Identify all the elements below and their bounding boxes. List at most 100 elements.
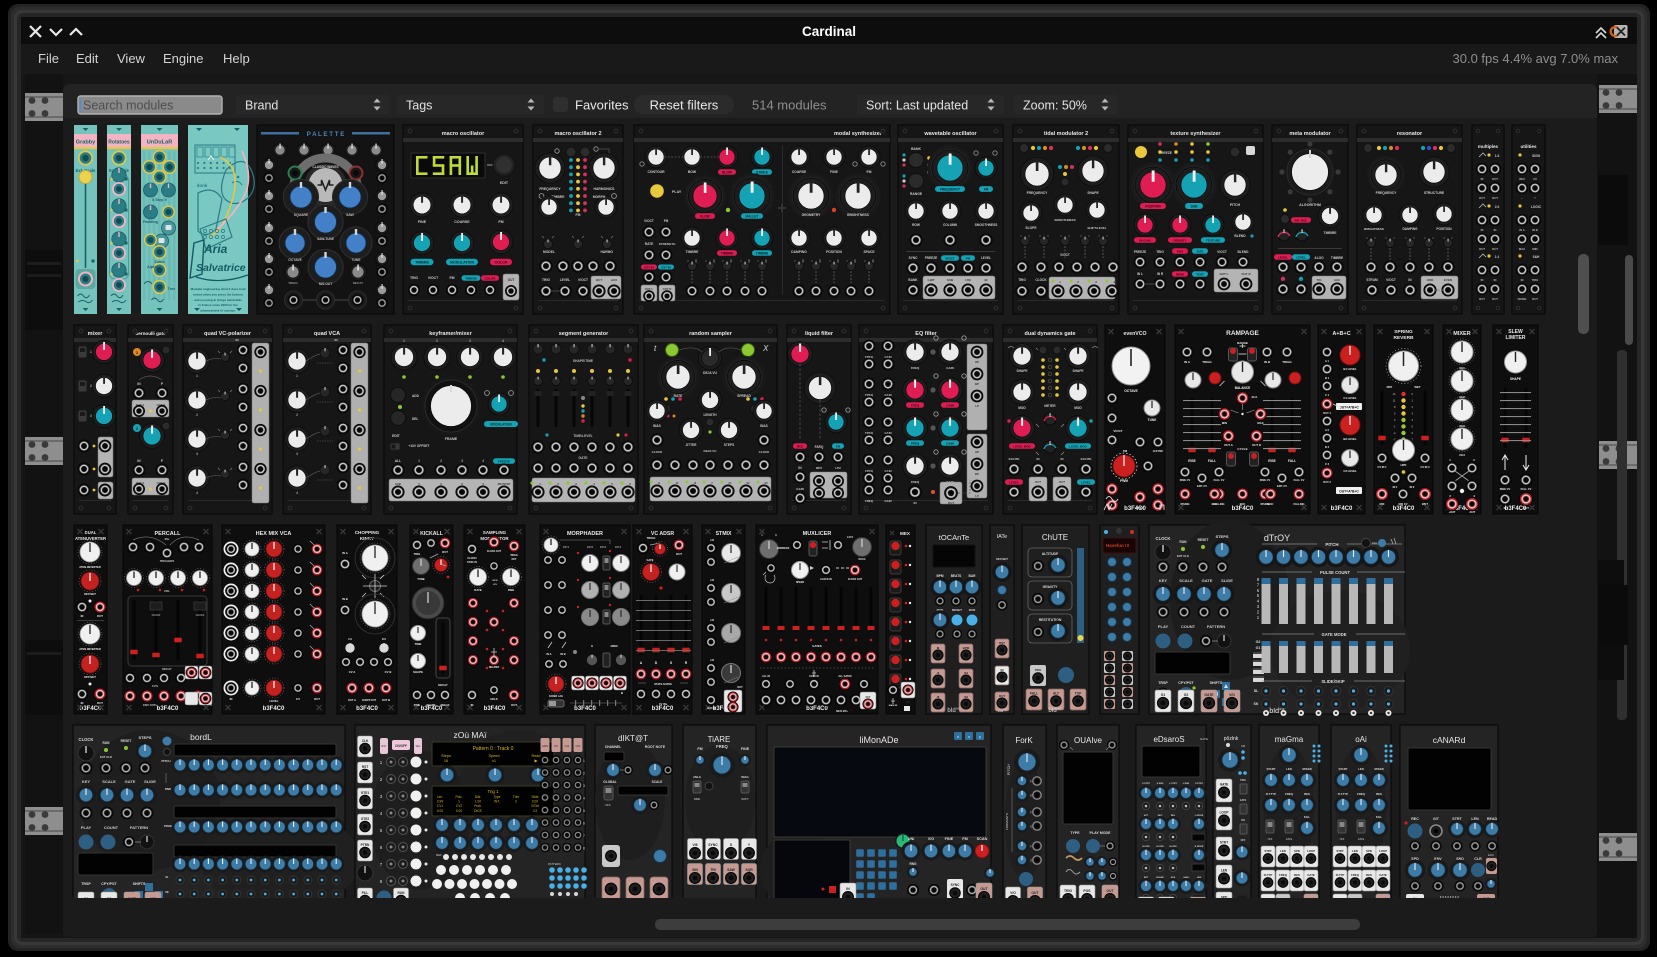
svg-text:IN: IN [846, 887, 850, 891]
svg-text:OUT: OUT [1479, 196, 1485, 200]
svg-text:SHIFTS: SHIFTS [133, 882, 146, 886]
svg-text:GATE: GATE [542, 745, 549, 748]
svg-text:FREEZE: FREEZE [1134, 250, 1147, 254]
svg-text:b3F4C0: b3F4C0 [1232, 506, 1254, 512]
svg-text:FALL: FALL [1030, 692, 1038, 696]
svg-text:EXP. CV: EXP. CV [1277, 484, 1287, 488]
svg-text:OFFSET: OFFSET [996, 557, 1008, 561]
svg-text:Engine: Engine [163, 51, 203, 66]
svg-text:OUT 2: OUT 2 [1323, 480, 1331, 484]
svg-text:CV IN 2: CV IN 2 [1420, 465, 1430, 469]
svg-text:RISE: RISE [1188, 459, 1195, 463]
svg-text:RES: RES [1304, 792, 1310, 796]
svg-text:dual dynamics gate: dual dynamics gate [1024, 331, 1075, 337]
svg-text:4: 4 [482, 459, 484, 463]
svg-text:Padding: Padding [143, 220, 159, 224]
svg-text:V/OCT: V/OCT [1386, 278, 1396, 282]
svg-text:bernoulli gate: bernoulli gate [135, 331, 166, 336]
svg-text:SK: SK [165, 890, 169, 894]
svg-text:FALL CV: FALL CV [1214, 478, 1225, 482]
svg-text:2:2: 2:2 [1495, 205, 1500, 209]
svg-text:eDsaroS: eDsaroS [1153, 735, 1184, 744]
svg-text:pôzlnk: pôzlnk [1224, 736, 1239, 742]
svg-text:LEN: LEN [1221, 869, 1228, 873]
svg-text:in France since 2020 for the: in France since 2020 for the [198, 303, 238, 307]
svg-text:CV 3: CV 3 [600, 545, 606, 549]
svg-text:OUT: OUT [1035, 480, 1041, 484]
svg-text:DRY: DRY [1387, 385, 1393, 389]
svg-text:IN 2: IN 2 [1410, 485, 1415, 489]
svg-text:CLOCK OUT: CLOCK OUT [848, 578, 863, 581]
svg-text:bId°°: bId°° [947, 708, 961, 714]
svg-text:FILL: FILL [362, 891, 369, 895]
svg-text:DAMPING: DAMPING [1402, 227, 1418, 231]
svg-text:RISE CV: RISE CV [1260, 478, 1271, 482]
svg-text:V/O: V/O [928, 837, 935, 841]
svg-text:IN/U: IN/U [1519, 177, 1525, 181]
svg-text:HARMONICS: HARMONICS [594, 187, 616, 191]
svg-text:FM: FM [697, 747, 702, 751]
svg-text:H.SYNC: H.SYNC [1153, 449, 1164, 453]
svg-text:TIME: TIME [415, 642, 422, 646]
svg-text:X: X [762, 344, 769, 353]
svg-text:1: 1 [403, 339, 405, 343]
svg-text:/16: /16 [964, 695, 969, 699]
svg-text:FM: FM [836, 444, 841, 448]
svg-text:TRIG: TRIG [414, 552, 421, 556]
svg-text:Len.: Len. [437, 795, 443, 799]
svg-text:B 2: B 2 [1325, 445, 1330, 449]
svg-text:Tags: Tags [406, 99, 432, 113]
svg-text:SPACE: SPACE [863, 250, 875, 254]
svg-text:IN: IN [1494, 228, 1497, 232]
svg-text:OUT A: OUT A [1224, 443, 1233, 447]
svg-text:FREQ: FREQ [911, 480, 920, 484]
svg-text:Zoom: 50%: Zoom: 50% [1023, 99, 1087, 113]
svg-text:Dist.: Dist. [475, 795, 481, 799]
svg-text:L/M: L/M [710, 539, 714, 542]
svg-text:PITCH: PITCH [1007, 764, 1011, 775]
svg-text:CPY/PST: CPY/PST [101, 882, 117, 886]
svg-text:GATE: GATE [1240, 799, 1247, 802]
svg-text:SCAN: SCAN [977, 837, 988, 841]
svg-text:bordL: bordL [190, 732, 212, 742]
svg-text:Havefun !!!: Havefun !!! [1106, 543, 1130, 548]
svg-text:meta modulator: meta modulator [1289, 131, 1331, 137]
svg-text:TIMBRE: TIMBRE [465, 276, 477, 280]
svg-text:ATEN./INVERTER: ATEN./INVERTER [79, 565, 101, 569]
svg-text:V/OCT: V/OCT [644, 219, 654, 223]
svg-text:PITCH: PITCH [1230, 203, 1241, 207]
svg-text:G2: G2 [1256, 640, 1261, 644]
svg-text:G1: G1 [1256, 646, 1261, 650]
svg-text:b3F4C0: b3F4C0 [157, 706, 179, 712]
svg-text:CV: CV [296, 697, 300, 701]
svg-text:TRI: TRI [710, 868, 716, 872]
svg-text:FRAME: FRAME [445, 437, 458, 441]
svg-text:OUT: OUT [1492, 196, 1498, 200]
svg-text:CV 4: CV 4 [615, 545, 621, 549]
svg-text:FALLING: FALLING [1293, 502, 1304, 506]
svg-text:CV INs: CV INs [659, 702, 668, 706]
svg-text:RATE: RATE [474, 588, 482, 592]
svg-text:HOLD: HOLD [490, 697, 497, 701]
svg-text:REC: REC [1411, 817, 1419, 821]
svg-text:EOC: EOC [1240, 502, 1246, 506]
svg-text:SL: SL [1254, 689, 1259, 693]
svg-text:tidal modulator 2: tidal modulator 2 [1044, 131, 1088, 137]
svg-text:BLOW: BLOW [722, 170, 732, 174]
svg-text:V/OCT: V/OCT [945, 256, 954, 260]
svg-text:OUT B: OUT B [1252, 443, 1261, 447]
svg-text:Pulс.: Pulс. [455, 795, 462, 799]
svg-text:RISE CV: RISE CV [1180, 478, 1191, 482]
svg-text:GAIN: GAIN [796, 487, 804, 491]
svg-text:4: 4 [502, 339, 504, 343]
svg-text:U/I: U/I [1533, 177, 1537, 181]
svg-text:FREQUENCY: FREQUENCY [940, 187, 961, 191]
svg-text:VOL: VOL [164, 589, 170, 593]
svg-text:V/OCT: V/OCT [1060, 253, 1070, 257]
svg-text:TRIGG: TRIGG [288, 281, 298, 285]
svg-text:C2 LEVEL: C2 LEVEL [1343, 469, 1357, 473]
svg-text:SPEED: SPEED [1302, 767, 1311, 771]
svg-text:OUT 1: OUT 1 [1323, 411, 1331, 415]
svg-text:CPY/PST: CPY/PST [1178, 681, 1194, 685]
svg-text:EXT IN: EXT IN [661, 265, 670, 269]
